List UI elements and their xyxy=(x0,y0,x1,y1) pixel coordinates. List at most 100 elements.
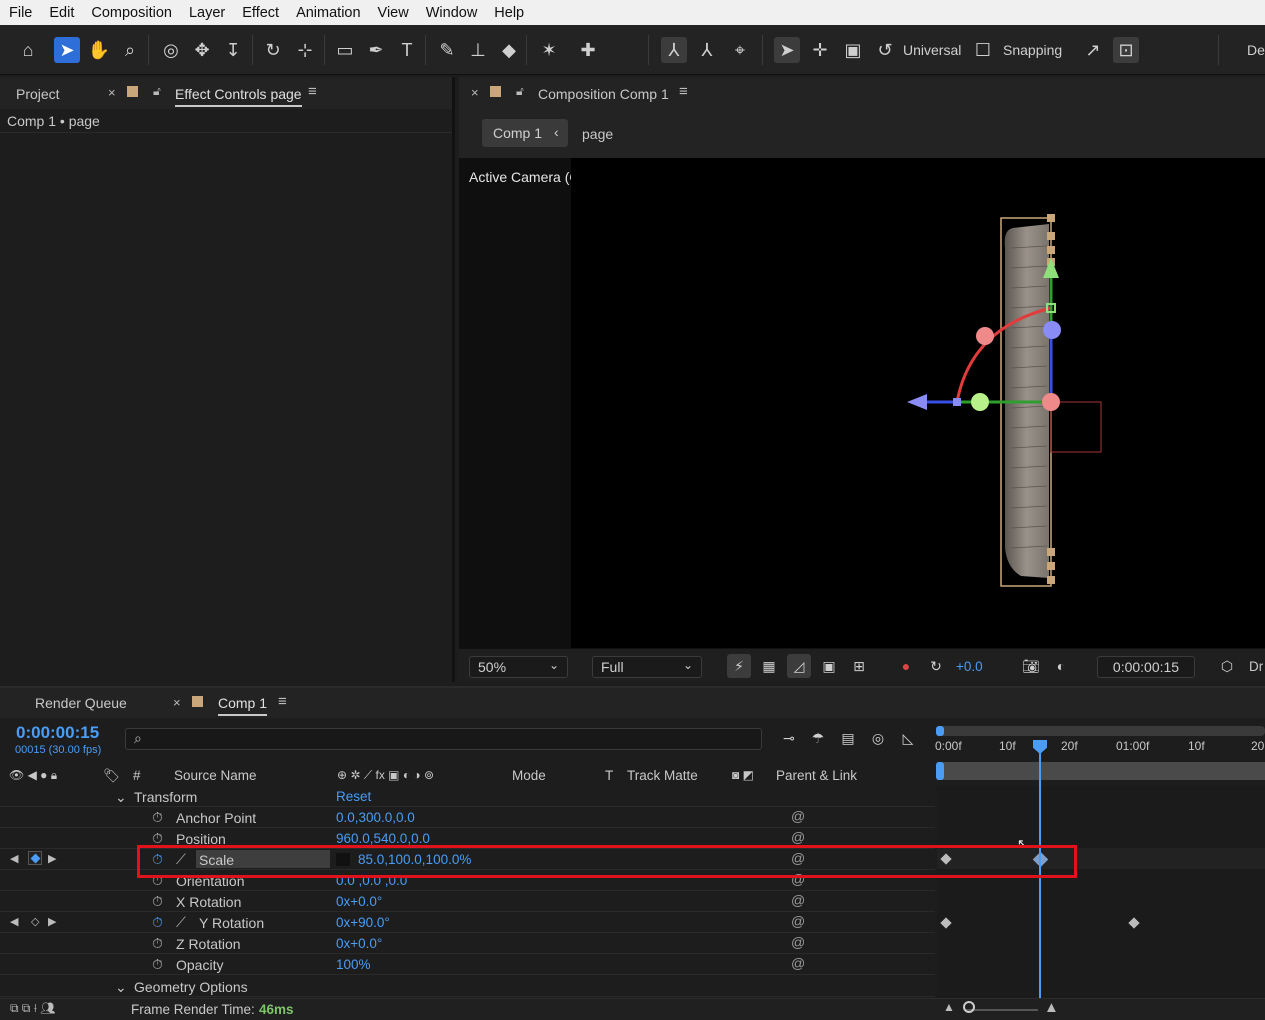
graph-icon[interactable]: ⟋ xyxy=(176,914,186,931)
eraser-tool-icon[interactable]: ◆ xyxy=(496,37,522,63)
scale-gizmo-icon[interactable]: ▣ xyxy=(840,37,866,63)
keyframe-toggle[interactable] xyxy=(28,851,42,865)
composition-viewer[interactable] xyxy=(571,158,1265,648)
zoom-tool-icon[interactable]: ⌕ xyxy=(117,37,143,63)
snapping-options-icon[interactable]: ↗ xyxy=(1080,37,1106,63)
universal-label[interactable]: Universal xyxy=(903,42,961,58)
close-icon[interactable]: × xyxy=(173,695,181,710)
graph-editor-icon[interactable]: ◺ xyxy=(897,727,919,749)
stopwatch-icon[interactable]: ⏱︎ xyxy=(152,851,163,868)
current-time-display[interactable]: 0:00:00:15 xyxy=(16,723,99,743)
menu-animation[interactable]: Animation xyxy=(287,5,368,21)
snapping-checkbox-icon[interactable]: ☐ xyxy=(970,37,996,63)
viewer-canvas[interactable] xyxy=(571,158,1265,648)
draft-3d-icon[interactable]: ⬡ xyxy=(1215,654,1239,678)
tab-render-queue[interactable]: Render Queue xyxy=(35,695,127,711)
stopwatch-icon[interactable]: ⏱︎ xyxy=(152,809,163,826)
orbit-camera-icon[interactable]: ◎ xyxy=(158,37,184,63)
pen-tool-icon[interactable]: ✒ xyxy=(363,37,389,63)
rectangle-tool-icon[interactable]: ▭ xyxy=(332,37,358,63)
comp-breadcrumb-button[interactable]: Comp 1 ‹ xyxy=(482,119,568,147)
home-icon[interactable]: ⌂ xyxy=(15,37,41,63)
stopwatch-icon[interactable]: ⏱︎ xyxy=(152,893,163,910)
fast-previews-icon[interactable]: ⚡ xyxy=(727,654,751,678)
property-value[interactable]: 0x+0.0° xyxy=(336,936,382,951)
brush-tool-icon[interactable]: ✎ xyxy=(434,37,460,63)
pick-whip-icon[interactable]: @ xyxy=(791,850,805,866)
pan-behind-tool-icon[interactable]: ⊹ xyxy=(292,37,318,63)
tab-project[interactable]: Project xyxy=(16,86,60,102)
constrain-proportions-icon[interactable] xyxy=(336,853,350,866)
zoom-slider-handle[interactable] xyxy=(963,1001,975,1013)
stopwatch-icon[interactable]: ⏱︎ xyxy=(152,935,163,952)
expand-snapping-icon[interactable]: ⊡ xyxy=(1113,37,1139,63)
comp-mini-flowchart-icon[interactable]: ⊸ xyxy=(778,727,800,749)
frame-blending-icon[interactable]: ▤ xyxy=(837,727,859,749)
menu-edit[interactable]: Edit xyxy=(40,5,82,21)
lock-icon[interactable]: 🔓︎ xyxy=(516,84,524,99)
local-axis-mode-icon[interactable]: ⅄ xyxy=(661,37,687,63)
property-value[interactable]: 960.0,540.0,0.0 xyxy=(336,831,430,846)
next-keyframe-icon[interactable]: ▶ xyxy=(48,852,56,865)
panel-menu-icon[interactable]: ≡ xyxy=(278,693,287,710)
work-area-start-handle[interactable] xyxy=(936,726,944,736)
stopwatch-icon[interactable]: ⏱︎ xyxy=(152,914,163,931)
move-gizmo-icon[interactable]: ✛ xyxy=(807,37,833,63)
prev-keyframe-icon[interactable]: ◀ xyxy=(10,915,18,928)
exposure-value[interactable]: +0.0 xyxy=(956,659,983,674)
motion-blur-icon[interactable]: ◎ xyxy=(867,727,889,749)
pick-whip-icon[interactable]: @ xyxy=(791,892,805,908)
pick-whip-icon[interactable]: @ xyxy=(791,808,805,824)
reset-exposure-icon[interactable]: ↻ xyxy=(924,654,948,678)
workspace-label[interactable]: De xyxy=(1247,42,1265,58)
menu-help[interactable]: Help xyxy=(485,5,532,21)
view-axis-mode-icon[interactable]: ⌖ xyxy=(727,37,753,63)
property-value[interactable]: 100% xyxy=(336,957,371,972)
pick-whip-icon[interactable]: @ xyxy=(791,871,805,887)
stopwatch-icon[interactable]: ⏱︎ xyxy=(152,830,163,847)
transparency-grid-icon[interactable]: ▦ xyxy=(757,654,781,678)
pick-whip-icon[interactable]: @ xyxy=(791,829,805,845)
lock-icon[interactable]: 🔓︎ xyxy=(153,84,161,99)
type-tool-icon[interactable]: T xyxy=(394,37,420,63)
property-value[interactable]: 0.0 ,0.0 ,0.0 xyxy=(336,873,407,888)
mask-visibility-icon[interactable]: ◿ xyxy=(787,654,811,678)
rotate-gizmo-icon[interactable]: ↺ xyxy=(872,37,898,63)
work-area-bar[interactable] xyxy=(937,726,1265,736)
close-icon[interactable]: × xyxy=(471,85,479,100)
tab-composition[interactable]: Composition Comp 1 xyxy=(538,86,669,102)
menu-composition[interactable]: Composition xyxy=(82,5,180,21)
show-snapshot-icon[interactable]: ◐ xyxy=(1049,654,1073,678)
menu-view[interactable]: View xyxy=(369,5,417,21)
chevron-down-icon[interactable]: ⌄ xyxy=(115,789,127,806)
menu-window[interactable]: Window xyxy=(417,5,486,21)
chevron-down-icon[interactable]: ⌄ xyxy=(115,979,127,996)
tab-comp[interactable]: Comp 1 xyxy=(218,695,268,716)
keyframe-track-area[interactable]: ↖ xyxy=(937,786,1265,1000)
zoom-dropdown[interactable]: 50% ⌄ xyxy=(469,656,568,678)
keyframe-toggle-icon[interactable]: ◇ xyxy=(31,915,39,928)
next-keyframe-icon[interactable]: ▶ xyxy=(48,915,56,928)
selection-tool-icon[interactable]: ➤ xyxy=(54,37,80,63)
keyframe-diamond-icon[interactable] xyxy=(940,917,952,929)
clone-stamp-tool-icon[interactable]: ⊥ xyxy=(465,37,491,63)
pick-whip-icon[interactable]: @ xyxy=(791,913,805,929)
panel-menu-icon[interactable]: ≡ xyxy=(308,83,317,100)
playhead-line[interactable] xyxy=(1039,742,1041,998)
property-value[interactable]: 85.0,100.0,100.0% xyxy=(358,852,471,867)
hand-tool-icon[interactable]: ✋ xyxy=(86,37,112,63)
shy-layers-icon[interactable]: ☂ xyxy=(807,727,829,749)
region-of-interest-icon[interactable]: ▣ xyxy=(817,654,841,678)
puppet-pin-tool-icon[interactable]: ✚ xyxy=(575,37,601,63)
channel-icon[interactable]: ● xyxy=(894,654,918,678)
pick-whip-icon[interactable]: @ xyxy=(791,934,805,950)
pick-whip-icon[interactable]: @ xyxy=(791,955,805,971)
tab-effect-controls[interactable]: Effect Controls page xyxy=(175,86,302,107)
menu-layer[interactable]: Layer xyxy=(180,5,233,21)
keyframe-diamond-icon[interactable] xyxy=(1128,917,1140,929)
snapping-label[interactable]: Snapping xyxy=(1003,42,1062,58)
zoom-slider[interactable] xyxy=(966,1009,1038,1011)
menu-effect[interactable]: Effect xyxy=(233,5,287,21)
column-source-name[interactable]: Source Name xyxy=(174,768,257,783)
stopwatch-icon[interactable]: ⏱︎ xyxy=(152,872,163,889)
